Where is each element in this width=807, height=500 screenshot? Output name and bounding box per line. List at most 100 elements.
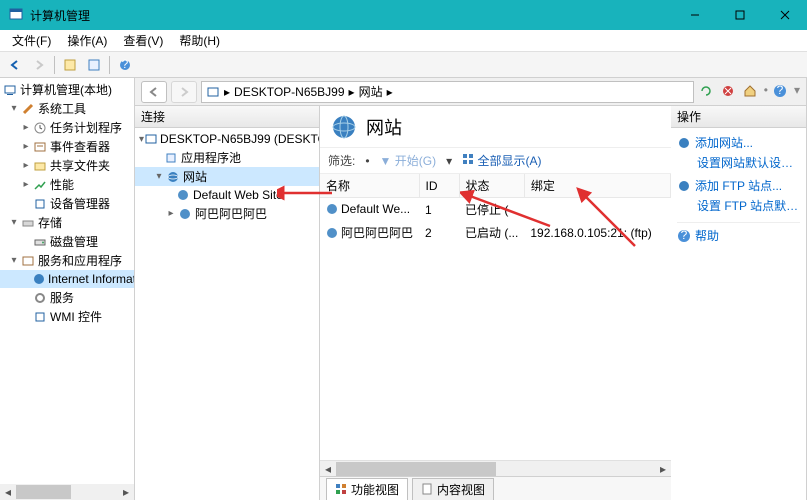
scroll-thumb[interactable] [336, 462, 496, 476]
col-status[interactable]: 状态 [459, 174, 524, 198]
col-name[interactable]: 名称 [320, 174, 419, 198]
server-icon [206, 85, 220, 99]
conn-app-pools[interactable]: 应用程序池 [135, 148, 319, 167]
breadcrumb-host[interactable]: DESKTOP-N65BJ99 [234, 85, 345, 99]
menu-view[interactable]: 查看(V) [115, 30, 171, 51]
help-button[interactable]: ? [114, 54, 136, 76]
forward-button[interactable] [28, 54, 50, 76]
tree-disk-management[interactable]: 磁盘管理 [0, 232, 134, 251]
caret-down-icon: ▾ [8, 103, 20, 114]
nav-forward-button[interactable] [171, 81, 197, 103]
tree-wmi[interactable]: WMI 控件 [0, 307, 134, 326]
table-row[interactable]: Default We...1已停止 ( [320, 198, 671, 222]
connections-header: 连接 [135, 106, 319, 128]
clock-icon [32, 120, 48, 136]
menu-file[interactable]: 文件(F) [4, 30, 59, 51]
toolbar-separator [109, 56, 110, 74]
globe-icon [175, 187, 191, 203]
tree-system-tools[interactable]: ▾系统工具 [0, 99, 134, 118]
filter-showall[interactable]: 全部显示(A) [462, 152, 541, 169]
caret-right-icon: ▸ [20, 122, 32, 133]
scroll-right-icon[interactable]: ▸ [655, 461, 671, 477]
computer-icon [2, 82, 18, 98]
tree-performance[interactable]: ▸性能 [0, 175, 134, 194]
tree-task-scheduler[interactable]: ▸任务计划程序 [0, 118, 134, 137]
conn-sites[interactable]: ▾网站 [135, 167, 319, 186]
perf-icon [32, 177, 48, 193]
tab-features[interactable]: 功能视图 [326, 478, 408, 500]
tab-content[interactable]: 内容视图 [412, 478, 494, 500]
caret-right-icon: ▸ [20, 160, 32, 171]
scroll-right-icon[interactable]: ▸ [118, 484, 134, 500]
content-tabs: 功能视图 内容视图 [320, 476, 671, 500]
conn-site-custom[interactable]: ▸阿巴阿巴阿巴 [135, 204, 319, 223]
nav-back-button[interactable] [141, 81, 167, 103]
svg-text:?: ? [681, 229, 688, 242]
back-button[interactable] [4, 54, 26, 76]
left-scrollbar[interactable]: ◂ ▸ [0, 484, 134, 500]
close-button[interactable] [762, 0, 807, 30]
content-panel: 网站 筛选: • ▼ 开始(G) ▾ 全部显示(A) 名称 ID [320, 106, 671, 500]
storage-icon [20, 215, 36, 231]
actions-header: 操作 [671, 106, 806, 128]
filter-row: 筛选: • ▼ 开始(G) ▾ 全部显示(A) [320, 148, 671, 174]
scroll-left-icon[interactable]: ◂ [320, 461, 336, 477]
action-set-ftp-defaults[interactable]: 设置 FTP 站点默认值... [677, 196, 800, 218]
iis-icon [32, 271, 46, 287]
caret-down-icon: ▾ [153, 171, 165, 182]
table-row[interactable]: 阿巴阿巴阿巴2已启动 (...192.168.0.105:21: (ftp) [320, 221, 671, 245]
tree-shared-folders[interactable]: ▸共享文件夹 [0, 156, 134, 175]
nav-refresh-icon[interactable] [698, 83, 716, 101]
mmc-tree-panel: 计算机管理(本地) ▾系统工具 ▸任务计划程序 ▸事件查看器 ▸共享文件夹 ▸性… [0, 78, 135, 500]
iis-nav-bar: ▸ DESKTOP-N65BJ99 ▸ 网站 ▸ • ? ▾ [135, 78, 806, 106]
iis-panel: ▸ DESKTOP-N65BJ99 ▸ 网站 ▸ • ? ▾ 连接 ▾DESKT… [135, 78, 807, 500]
scroll-thumb[interactable] [16, 485, 71, 499]
tree-storage[interactable]: ▾存储 [0, 213, 134, 232]
menu-bar: 文件(F) 操作(A) 查看(V) 帮助(H) [0, 30, 807, 52]
disk-icon [32, 234, 48, 250]
tree-event-viewer[interactable]: ▸事件查看器 [0, 137, 134, 156]
content-scrollbar[interactable]: ◂ ▸ [320, 460, 671, 476]
wmi-icon [32, 309, 48, 325]
gear-icon [32, 290, 48, 306]
nav-stop-icon[interactable] [720, 83, 738, 101]
nav-home-icon[interactable] [742, 83, 760, 101]
menu-help[interactable]: 帮助(H) [171, 30, 228, 51]
tree-iis[interactable]: Internet Informat [0, 270, 134, 288]
tree-services[interactable]: 服务 [0, 288, 134, 307]
breadcrumb[interactable]: ▸ DESKTOP-N65BJ99 ▸ 网站 ▸ [201, 81, 694, 103]
caret-right-icon: ▸ [20, 141, 32, 152]
action-set-site-defaults[interactable]: 设置网站默认设置... [677, 153, 800, 175]
minimize-button[interactable] [672, 0, 717, 30]
col-binding[interactable]: 绑定 [524, 174, 670, 198]
action-add-ftp[interactable]: 添加 FTP 站点... [677, 175, 800, 196]
breadcrumb-section[interactable]: 网站 [359, 83, 383, 100]
caret-down-icon: ▾ [8, 217, 20, 228]
app-pool-icon [163, 150, 179, 166]
refresh-button[interactable] [83, 54, 105, 76]
action-add-site[interactable]: 添加网站... [677, 132, 800, 153]
conn-host[interactable]: ▾DESKTOP-N65BJ99 (DESKTOP [135, 130, 319, 148]
toolbar: ? [0, 52, 807, 78]
tree-services-apps[interactable]: ▾服务和应用程序 [0, 251, 134, 270]
maximize-button[interactable] [717, 0, 762, 30]
properties-button[interactable] [59, 54, 81, 76]
globe-icon [177, 206, 193, 222]
tree-root[interactable]: 计算机管理(本地) [0, 80, 134, 99]
window-title: 计算机管理 [30, 7, 672, 24]
folder-share-icon [32, 158, 48, 174]
filter-label: 筛选: [328, 152, 355, 169]
action-help[interactable]: ?帮助 [677, 222, 800, 248]
menu-action[interactable]: 操作(A) [59, 30, 115, 51]
svg-text:?: ? [777, 83, 784, 97]
conn-site-default[interactable]: Default Web Site [135, 186, 319, 204]
filter-start[interactable]: ▼ 开始(G) [380, 152, 437, 169]
scroll-left-icon[interactable]: ◂ [0, 484, 16, 500]
server-icon [144, 131, 158, 147]
col-id[interactable]: ID [419, 174, 459, 198]
sites-grid: 名称 ID 状态 绑定 Default We...1已停止 (阿巴阿巴阿巴2已启… [320, 174, 671, 460]
tree-device-manager[interactable]: 设备管理器 [0, 194, 134, 213]
nav-help-icon[interactable]: ? [772, 83, 790, 101]
svg-text:?: ? [122, 58, 129, 71]
connections-panel: 连接 ▾DESKTOP-N65BJ99 (DESKTOP 应用程序池 ▾网站 D… [135, 106, 320, 500]
